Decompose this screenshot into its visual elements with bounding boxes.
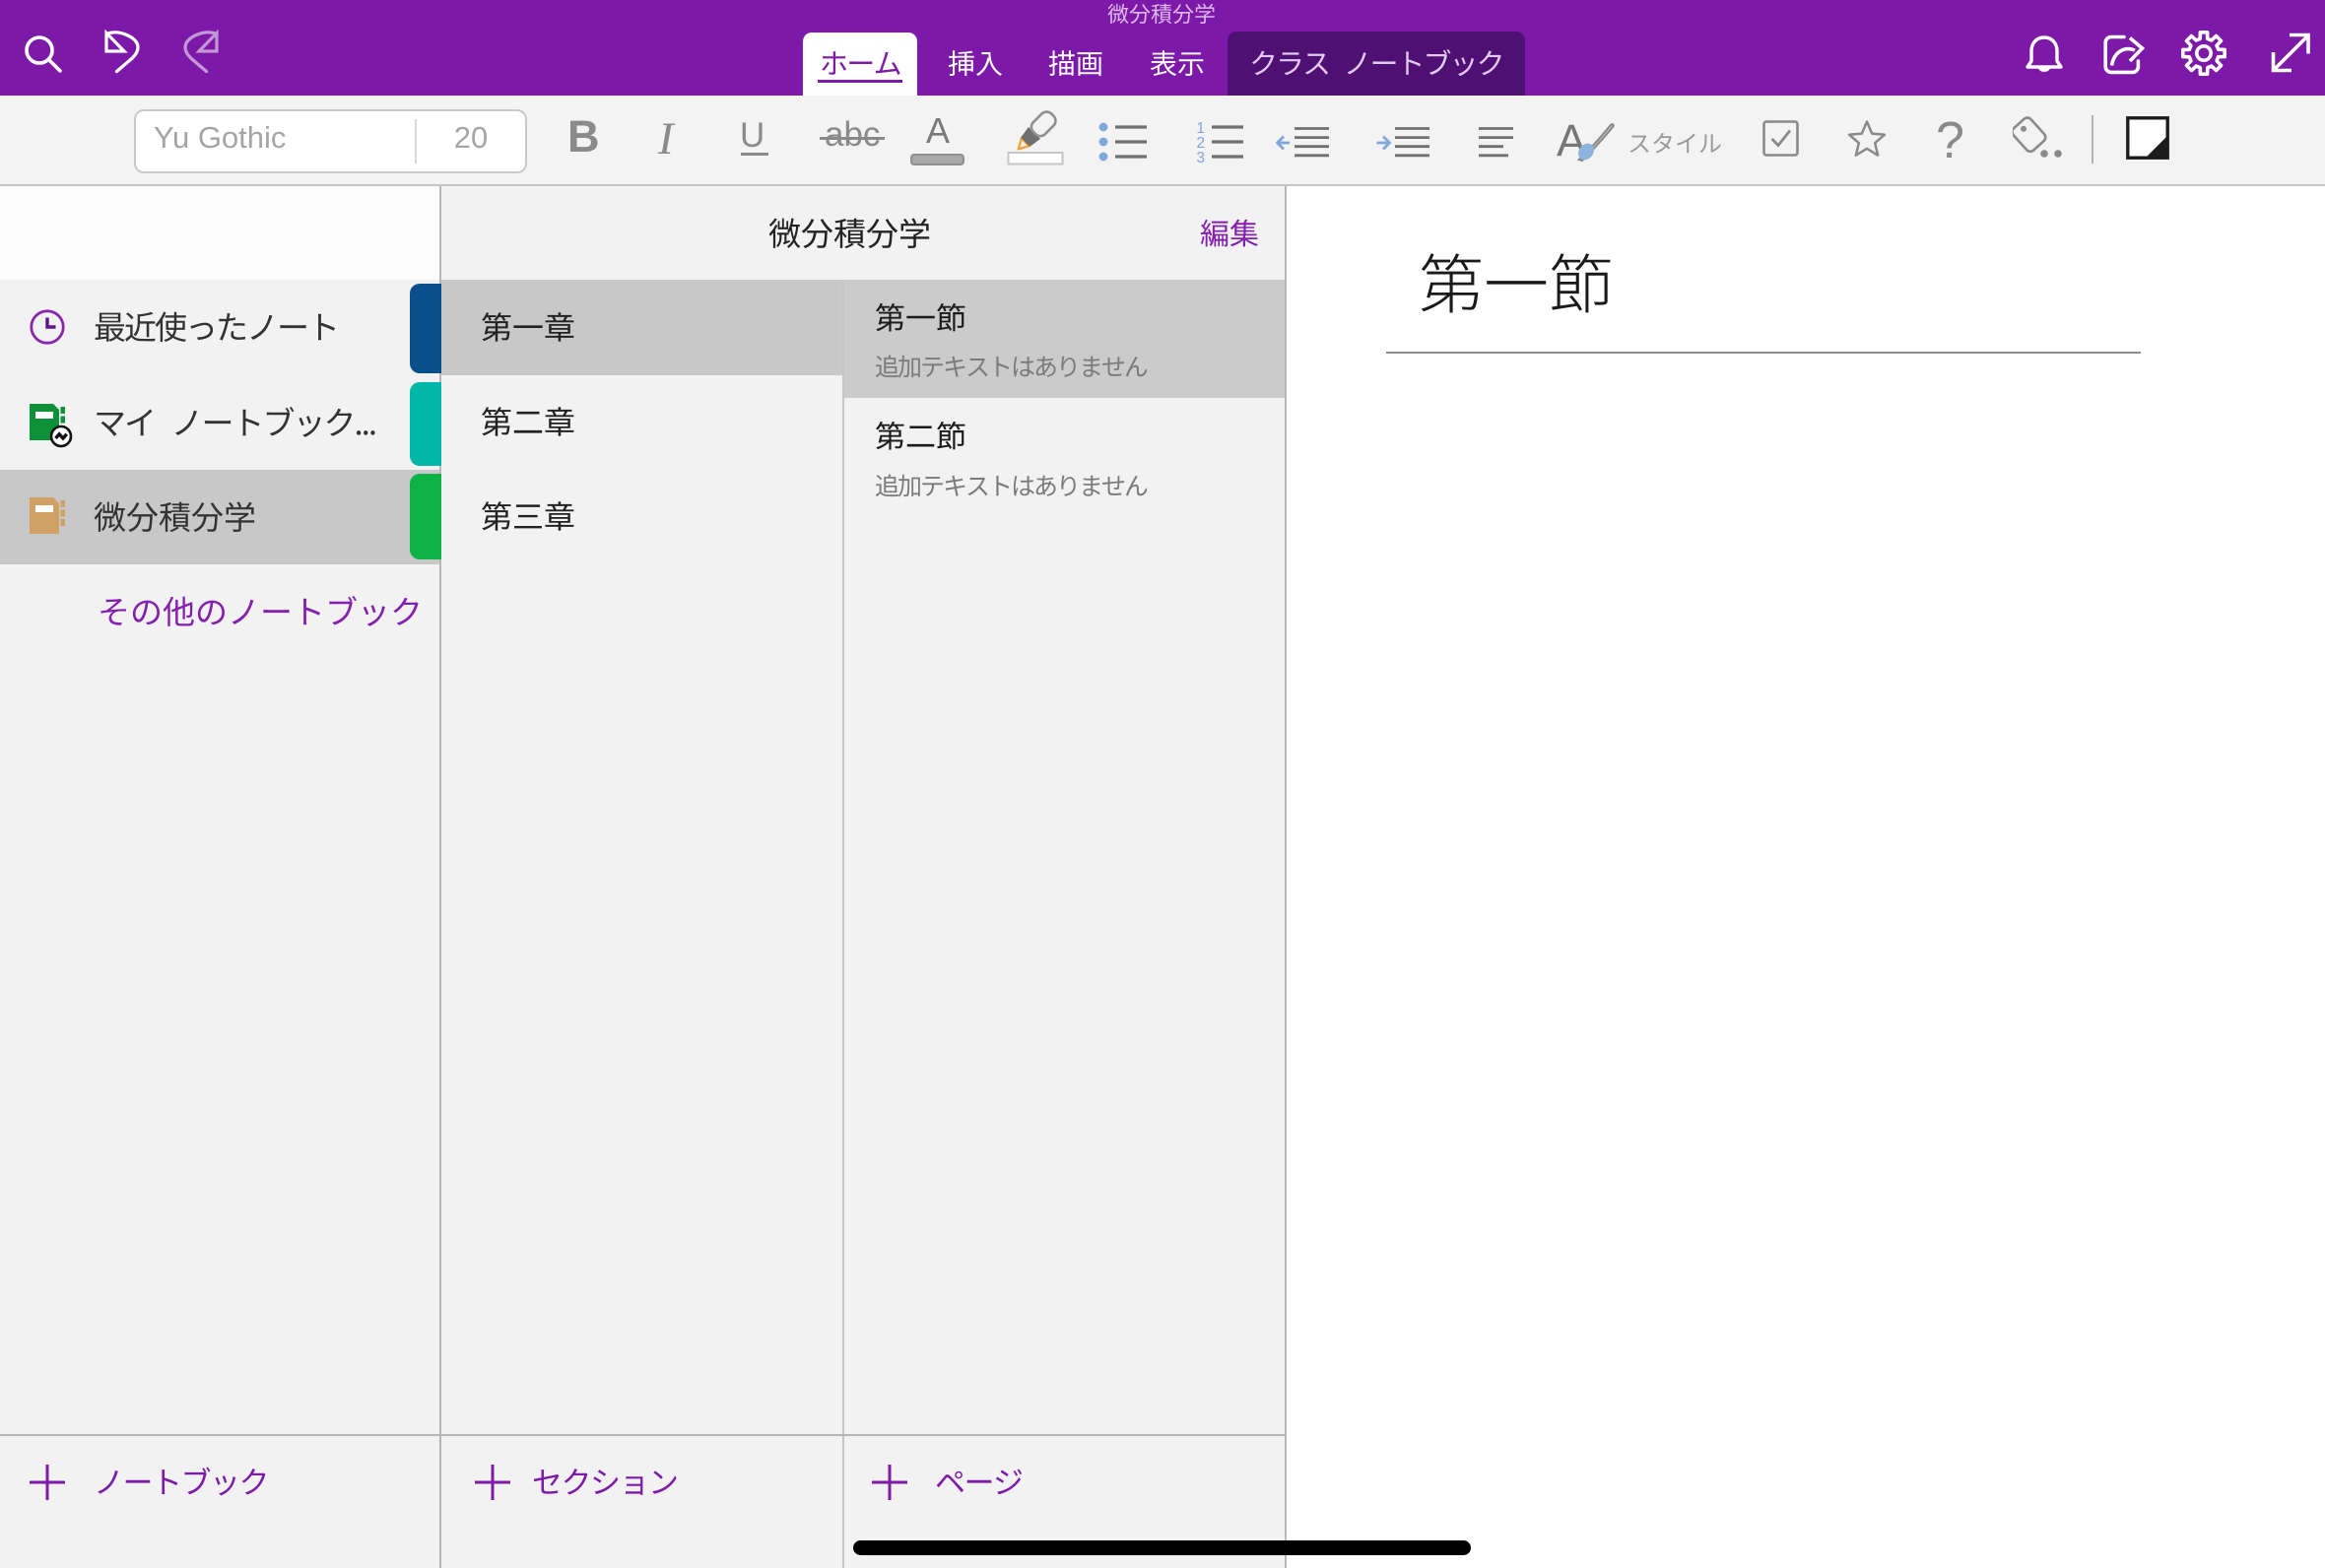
svg-text:3: 3: [1196, 150, 1205, 166]
